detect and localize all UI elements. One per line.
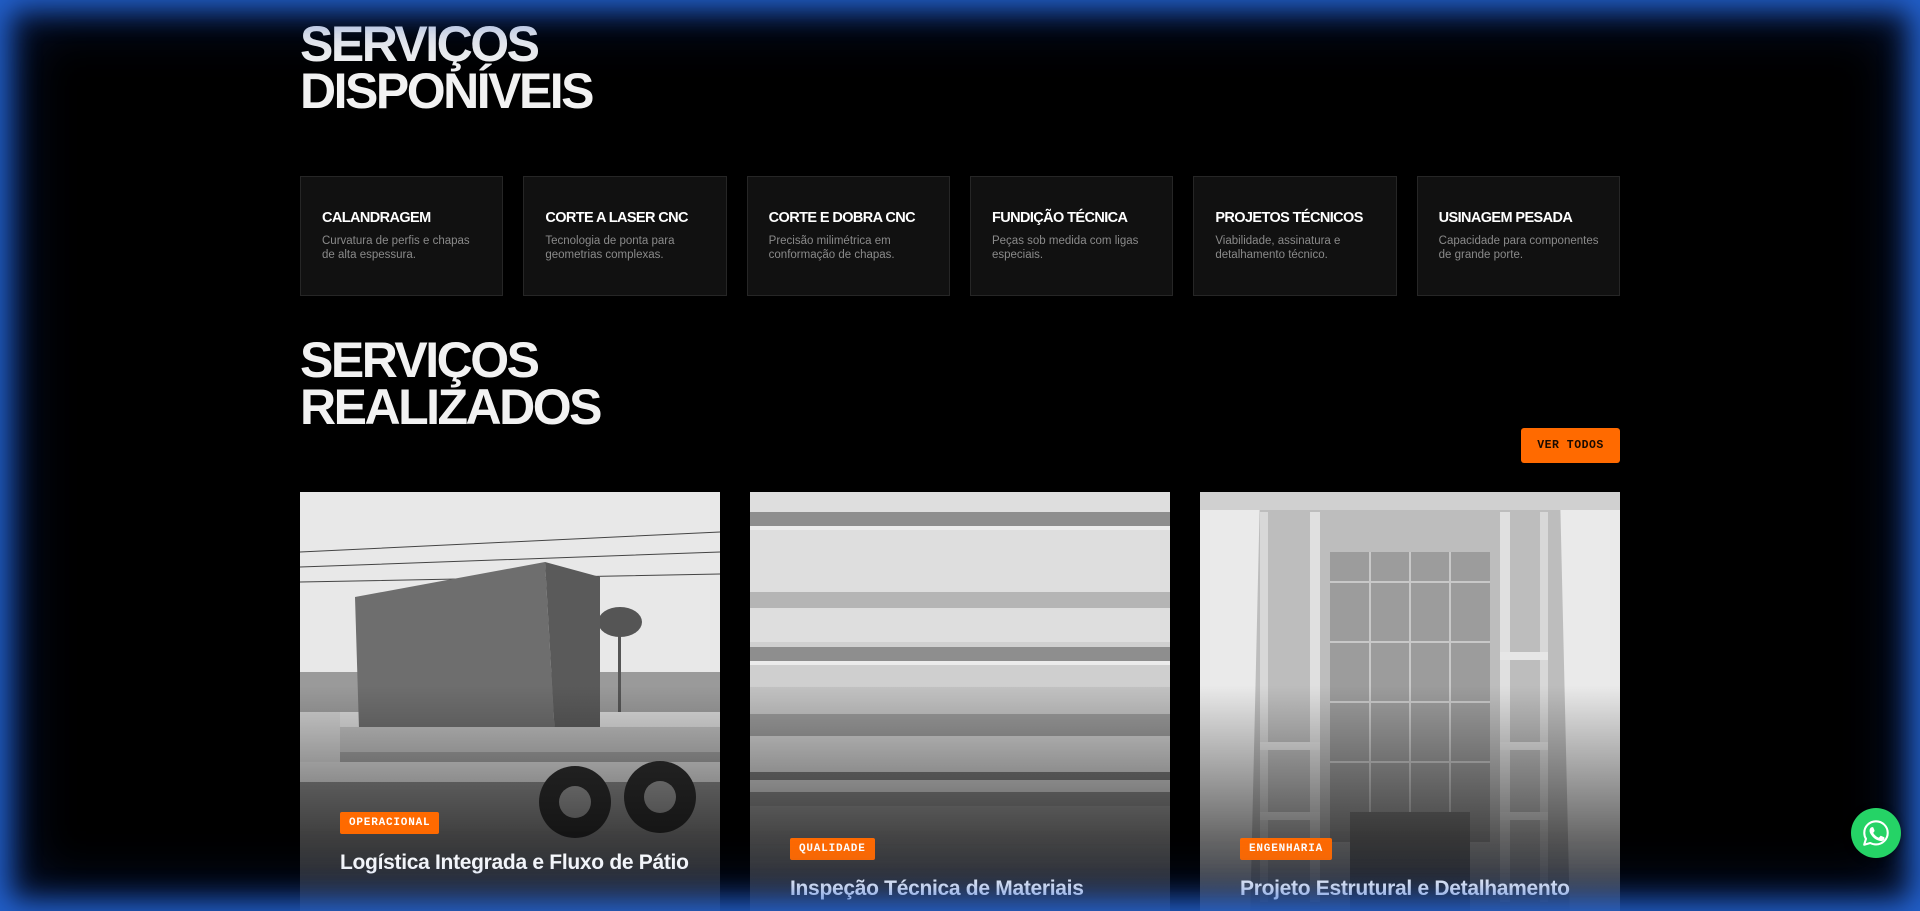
service-card-description: Tecnologia de ponta para geometrias comp… (545, 235, 675, 261)
available-services-title: SERVIÇOS DISPONÍVEIS (300, 16, 1620, 119)
photo-shade (300, 492, 720, 911)
service-card-description: Viabilidade, assinatura e detalhamento t… (1215, 235, 1341, 261)
service-card-title: USINAGEM PESADA (1438, 210, 1573, 226)
view-all-button[interactable]: VER TODOS (1521, 428, 1620, 463)
project-title: Inspeção Técnica de Materiais (790, 877, 1084, 900)
project-card-estrutural[interactable]: ENGENHARIA Projeto Estrutural e Detalham… (1200, 492, 1620, 911)
title-line: REALIZADOS (300, 379, 603, 435)
project-title: Logística Integrada e Fluxo de Pátio (340, 851, 689, 874)
service-card-description: Curvatura de perfis e chapas de alta esp… (322, 235, 470, 261)
title-line: DISPONÍVEIS (300, 63, 595, 119)
service-card-usinagem[interactable]: USINAGEM PESADA Capacidade para componen… (1416, 176, 1620, 296)
service-card-title: CORTE A LASER CNC (545, 210, 688, 226)
service-card-corte-laser[interactable]: CORTE A LASER CNC Tecnologia de ponta pa… (523, 176, 727, 296)
project-tag: OPERACIONAL (340, 812, 440, 834)
completed-services-title: SERVIÇOS REALIZADOS (300, 332, 1620, 435)
whatsapp-button[interactable] (1851, 808, 1901, 858)
service-card-fundicao[interactable]: FUNDIÇÃO TÉCNICA Peças sob medida com li… (969, 176, 1174, 296)
project-card-inspecao[interactable]: QUALIDADE Inspeção Técnica de Materiais (750, 492, 1170, 911)
project-tag: ENGENHARIA (1240, 838, 1333, 860)
title-line: SERVIÇOS (300, 332, 540, 388)
service-card-projetos[interactable]: PROJETOS TÉCNICOS Viabilidade, assinatur… (1193, 176, 1397, 296)
service-card-calandragem[interactable]: CALANDRAGEM Curvatura de perfis e chapas… (300, 176, 504, 296)
services-grid: CALANDRAGEM Curvatura de perfis e chapas… (300, 176, 1620, 296)
service-card-description: Precisão milimétrica em conformação de c… (768, 235, 895, 261)
project-card-logistica[interactable]: OPERACIONAL Logística Integrada e Fluxo … (300, 492, 720, 911)
service-card-title: CORTE E DOBRA CNC (768, 210, 916, 226)
service-card-title: FUNDIÇÃO TÉCNICA (991, 210, 1128, 226)
service-card-title: PROJETOS TÉCNICOS (1215, 210, 1363, 226)
service-card-corte-dobra[interactable]: CORTE E DOBRA CNC Precisão milimétrica e… (746, 176, 950, 296)
whatsapp-icon (1863, 820, 1889, 846)
service-card-description: Peças sob medida com ligas especiais. (991, 235, 1139, 261)
project-title: Projeto Estrutural e Detalhamento (1240, 877, 1570, 900)
project-tag: QUALIDADE (790, 838, 875, 860)
service-card-title: CALANDRAGEM (322, 210, 431, 226)
service-card-description: Capacidade para componentes de grande po… (1438, 235, 1599, 261)
title-line: SERVIÇOS (300, 16, 540, 72)
projects-grid: OPERACIONAL Logística Integrada e Fluxo … (300, 492, 1620, 911)
